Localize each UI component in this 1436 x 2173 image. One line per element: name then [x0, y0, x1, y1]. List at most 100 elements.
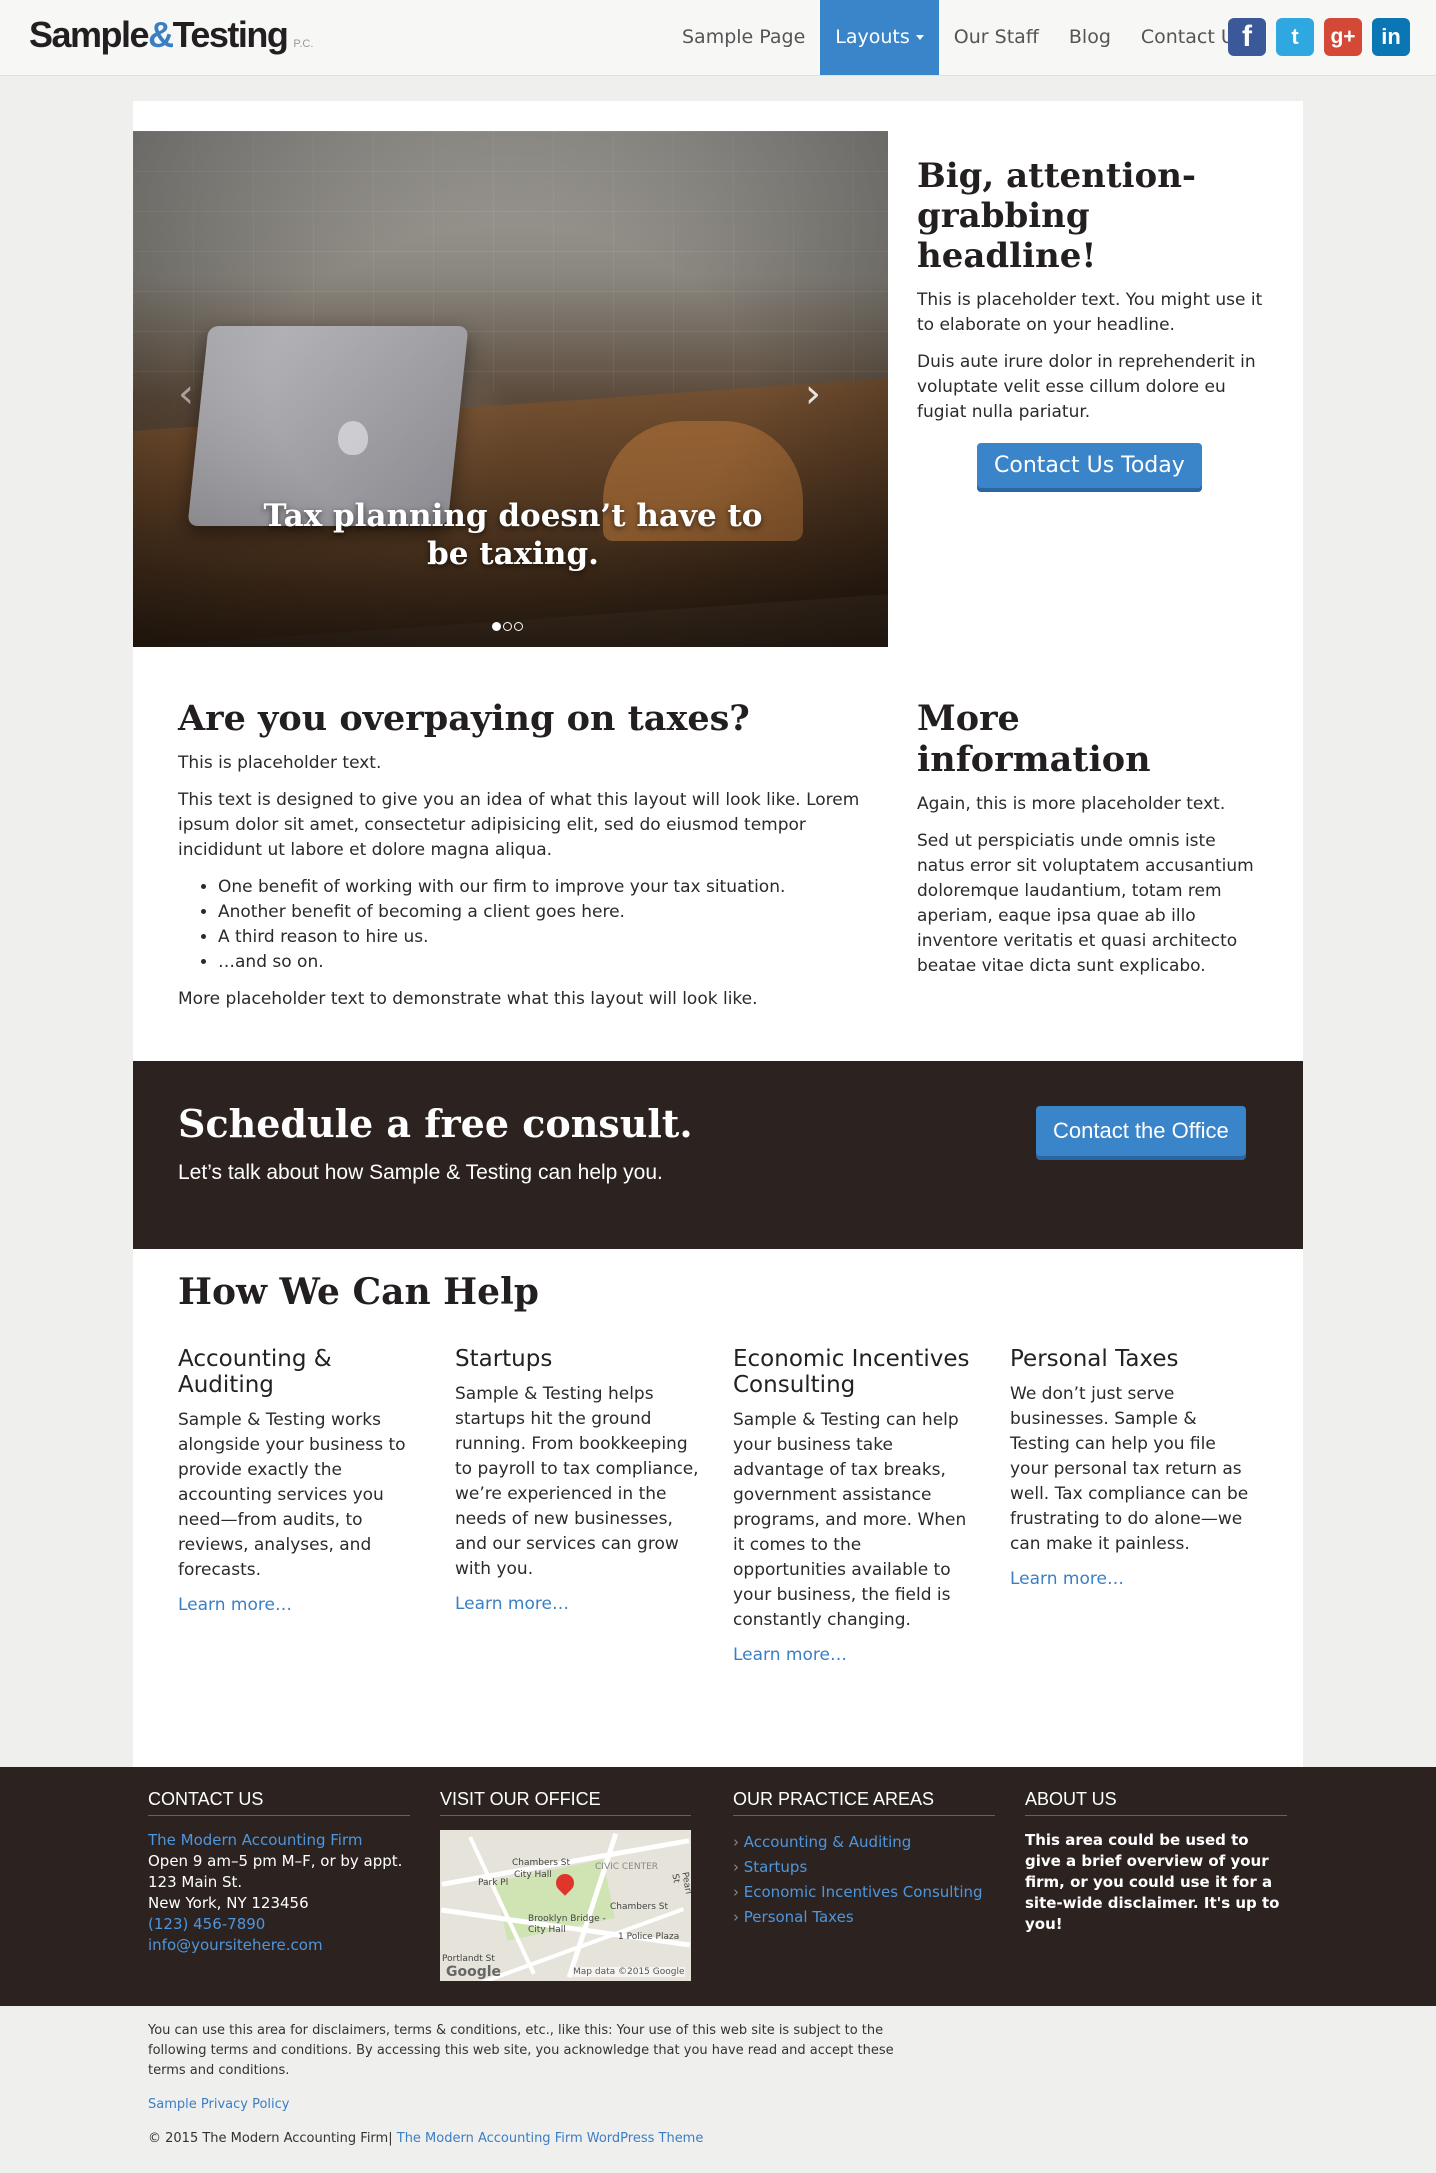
service-text: We don’t just serve businesses. Sample &… — [1010, 1384, 1249, 1554]
service-incentives: Economic Incentives Consulting Sample & … — [733, 1346, 978, 1665]
caret-down-icon — [915, 35, 924, 40]
practice-link[interactable]: Personal Taxes — [733, 1905, 995, 1930]
facebook-icon[interactable]: f — [1228, 18, 1266, 56]
site-disclaimer: You can use this area for disclaimers, t… — [148, 2021, 908, 2163]
site-header: Sample&Testing P.C. Sample Page Layouts O… — [0, 0, 1436, 76]
logo-ampersand: & — [148, 14, 174, 55]
logo-word-testing: Testing — [172, 14, 289, 55]
service-text: Sample & Testing helps startups hit the … — [455, 1384, 699, 1579]
slider-prev-icon[interactable]: ‹ — [178, 371, 194, 417]
slide-caption: Tax planning doesn’t have to be taxing. — [263, 498, 763, 572]
service-text: Sample & Testing works alongside your bu… — [178, 1410, 406, 1580]
footer-office: VISIT OUR OFFICE Chambers St City Hall P… — [440, 1789, 691, 1981]
map-label: Park Pl — [478, 1878, 509, 1888]
slider-dot-3[interactable] — [514, 622, 523, 631]
content-paragraph-2: This text is designed to give you an ide… — [178, 790, 860, 860]
footer-practice-title: OUR PRACTICE AREAS — [733, 1789, 995, 1816]
contact-us-today-button[interactable]: Contact Us Today — [977, 443, 1202, 488]
city-address: New York, NY 123456 — [148, 1894, 309, 1912]
footer-office-title: VISIT OUR OFFICE — [440, 1789, 691, 1816]
contact-office-button[interactable]: Contact the Office — [1036, 1106, 1246, 1156]
footer-practice-areas: OUR PRACTICE AREAS Accounting & Auditing… — [733, 1789, 995, 1930]
nav-blog[interactable]: Blog — [1054, 0, 1126, 75]
twitter-icon[interactable]: t — [1276, 18, 1314, 56]
service-title: Personal Taxes — [1010, 1346, 1179, 1372]
benefit-item: Another benefit of becoming a client goe… — [218, 900, 883, 925]
google-plus-icon[interactable]: g+ — [1324, 18, 1362, 56]
practice-link[interactable]: Economic Incentives Consulting — [733, 1880, 995, 1905]
service-title: Startups — [455, 1346, 553, 1372]
practice-list: Accounting & Auditing Startups Economic … — [733, 1830, 995, 1930]
map-label: Portlandt St — [442, 1954, 495, 1964]
site-logo[interactable]: Sample&Testing P.C. — [29, 14, 313, 56]
learn-more-link[interactable]: Learn more… — [178, 1595, 292, 1615]
disclaimer-text: You can use this area for disclaimers, t… — [148, 2023, 894, 2078]
site-footer: CONTACT US The Modern Accounting Firm Op… — [0, 1767, 1436, 2006]
content-paragraph-1: This is placeholder text. — [178, 753, 382, 773]
slider-next-icon[interactable]: › — [805, 371, 821, 417]
map-label: Brooklyn Bridge - City Hall — [528, 1914, 606, 1935]
main-nav: Sample Page Layouts Our Staff Blog Conta… — [667, 0, 1260, 75]
service-accounting: Accounting & Auditing Sample & Testing w… — [178, 1346, 423, 1615]
benefit-item: One benefit of working with our firm to … — [218, 875, 883, 900]
footer-contact-title: CONTACT US — [148, 1789, 410, 1816]
more-title: More information — [917, 698, 1151, 780]
service-title: Economic Incentives Consulting — [733, 1346, 970, 1398]
help-title: How We Can Help — [178, 1271, 539, 1313]
more-information: More information Again, this is more pla… — [917, 698, 1257, 991]
practice-link[interactable]: Accounting & Auditing — [733, 1830, 995, 1855]
nav-our-staff[interactable]: Our Staff — [939, 0, 1054, 75]
map-label: Chambers St — [610, 1902, 669, 1912]
slider-dot-1[interactable] — [492, 622, 501, 631]
theme-link[interactable]: The Modern Accounting Firm WordPress The… — [397, 2131, 704, 2146]
linkedin-icon[interactable]: in — [1372, 18, 1410, 56]
learn-more-link[interactable]: Learn more… — [1010, 1569, 1124, 1589]
nav-layouts-label: Layouts — [835, 26, 910, 48]
slider-dot-2[interactable] — [503, 622, 512, 631]
main-content: Are you overpaying on taxes? This is pla… — [178, 698, 883, 1024]
map-label: City Hall — [514, 1870, 552, 1880]
more-paragraph-1: Again, this is more placeholder text. — [917, 794, 1226, 814]
map-label: Pearl St — [669, 1871, 691, 1896]
street-address: 123 Main St. — [148, 1873, 243, 1891]
learn-more-link[interactable]: Learn more… — [455, 1594, 569, 1614]
hero-headline: Big, attention-grabbing headline! — [917, 156, 1197, 276]
hero-paragraph-2: Duis aute irure dolor in reprehenderit i… — [917, 352, 1256, 422]
email-link[interactable]: info@yoursitehere.com — [148, 1936, 323, 1954]
firm-name-link[interactable]: The Modern Accounting Firm — [148, 1831, 362, 1849]
service-startups: Startups Sample & Testing helps startups… — [455, 1346, 700, 1614]
logo-suffix: P.C. — [293, 38, 314, 50]
nav-layouts[interactable]: Layouts — [820, 0, 939, 75]
map-label: Chambers St — [512, 1858, 571, 1868]
logo-word-sample: Sample — [29, 14, 150, 55]
map-brand: Google — [446, 1964, 502, 1980]
consult-title: Schedule a free consult. — [178, 1101, 693, 1146]
service-text: Sample & Testing can help your business … — [733, 1410, 967, 1630]
map-label: 1 Police Plaza — [618, 1932, 680, 1942]
footer-about-title: ABOUT US — [1025, 1789, 1287, 1816]
office-hours: Open 9 am–5 pm M–F, or by appt. — [148, 1852, 403, 1870]
slider-dots — [492, 622, 523, 631]
about-text: This area could be used to give a brief … — [1025, 1831, 1280, 1933]
social-links: f t g+ in — [1228, 18, 1410, 56]
footer-contact: CONTACT US The Modern Accounting Firm Op… — [148, 1789, 410, 1956]
office-map[interactable]: Chambers St City Hall Park Pl CIVIC CENT… — [440, 1830, 691, 1981]
footer-about: ABOUT US This area could be used to give… — [1025, 1789, 1287, 1935]
privacy-policy-link[interactable]: Sample Privacy Policy — [148, 2097, 289, 2112]
benefits-list: One benefit of working with our firm to … — [178, 875, 883, 975]
content-title: Are you overpaying on taxes? — [178, 698, 750, 739]
content-paragraph-3: More placeholder text to demonstrate wha… — [178, 989, 758, 1009]
map-attribution: Map data ©2015 Google — [573, 1967, 685, 1977]
service-personal-taxes: Personal Taxes We don’t just serve busin… — [1010, 1346, 1255, 1589]
service-title: Accounting & Auditing — [178, 1346, 332, 1398]
phone-link[interactable]: (123) 456-7890 — [148, 1915, 265, 1933]
nav-sample-page[interactable]: Sample Page — [667, 0, 820, 75]
learn-more-link[interactable]: Learn more… — [733, 1645, 847, 1665]
benefit-item: …and so on. — [218, 950, 883, 975]
hero-paragraph-1: This is placeholder text. You might use … — [917, 290, 1263, 335]
consult-banner: Schedule a free consult. Let’s talk abou… — [133, 1061, 1303, 1249]
hero-slider: ‹ › Tax planning doesn’t have to be taxi… — [133, 131, 888, 647]
practice-link[interactable]: Startups — [733, 1855, 995, 1880]
more-paragraph-2: Sed ut perspiciatis unde omnis iste natu… — [917, 831, 1254, 976]
map-label: CIVIC CENTER — [595, 1862, 659, 1872]
